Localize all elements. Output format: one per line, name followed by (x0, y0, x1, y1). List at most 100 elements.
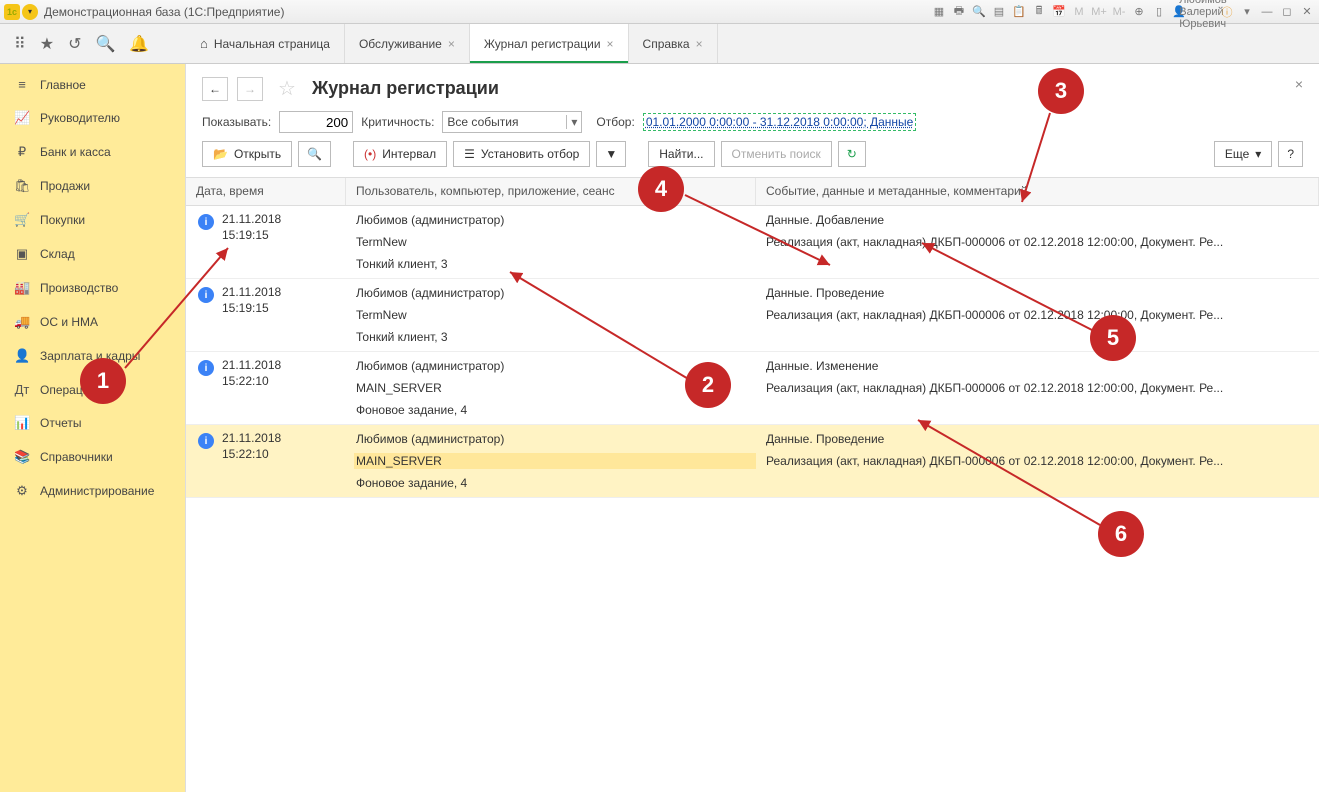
sidebar-item-reports[interactable]: 📊Отчеты (0, 406, 185, 440)
search-icon[interactable]: 🔍 (95, 34, 115, 54)
tab-label: Справка (643, 37, 690, 51)
open-button[interactable]: 📂 Открыть (202, 141, 292, 167)
criticality-select[interactable]: Все события▾ (442, 111, 582, 133)
sidebar-item-label: Банк и касса (40, 145, 111, 159)
close-button[interactable]: ✕ (1299, 4, 1315, 20)
btn-label: Открыть (234, 147, 281, 161)
sidebar-item-warehouse[interactable]: ▣Склад (0, 237, 185, 271)
apps-icon[interactable]: ⠿ (14, 34, 26, 54)
btn-label: Установить отбор (481, 147, 579, 161)
row-data: Реализация (акт, накладная) ДКБП-000006 … (764, 234, 1319, 250)
sidebar-item-production[interactable]: 🏭Производство (0, 271, 185, 305)
forward-button[interactable]: → (237, 77, 263, 101)
m-minus-icon[interactable]: M- (1111, 4, 1127, 20)
show-label: Показывать: (202, 115, 271, 129)
close-icon[interactable]: × (696, 37, 703, 51)
filter-by-button[interactable]: ▼ (596, 141, 626, 167)
tab-home[interactable]: ⌂Начальная страница (186, 24, 345, 63)
col-event[interactable]: Событие, данные и метаданные, комментари… (756, 178, 1319, 205)
btn-label: Еще (1225, 147, 1249, 161)
close-icon[interactable]: × (607, 37, 614, 51)
star-icon[interactable]: ☆ (278, 76, 296, 101)
cancel-search-button[interactable]: Отменить поиск (721, 141, 832, 167)
m-icon[interactable]: M (1071, 4, 1087, 20)
sidebar-item-sales[interactable]: 🛍Продажи (0, 169, 185, 203)
tab-maintenance[interactable]: Обслуживание× (345, 24, 470, 63)
sidebar-item-admin[interactable]: ⚙Администрирование (0, 474, 185, 508)
favorite-icon[interactable]: ★ (40, 34, 54, 54)
interval-button[interactable]: (•)Интервал (353, 141, 447, 167)
row-time: 15:19:15 (222, 301, 281, 317)
row-computer: MAIN_SERVER (354, 453, 756, 469)
filter-icon: ☰ (464, 147, 475, 161)
search-icon: 🔍 (307, 147, 322, 161)
row-data: Реализация (акт, накладная) ДКБП-000006 … (764, 453, 1319, 469)
row-computer: TermNew (354, 307, 756, 323)
sidebar-item-label: Продажи (40, 179, 90, 193)
page-title: Журнал регистрации (312, 78, 499, 99)
marker-1: 1 (80, 358, 126, 404)
sidebar-item-manager[interactable]: 📈Руководителю (0, 101, 185, 135)
content: ← → ☆ Журнал регистрации × Показывать: К… (186, 64, 1319, 792)
sidebar-item-purchases[interactable]: 🛒Покупки (0, 203, 185, 237)
zoom-icon[interactable]: ⊕ (1131, 4, 1147, 20)
table-row[interactable]: i21.11.201815:19:15 Любимов (администрат… (186, 206, 1319, 279)
crit-value: Все события (447, 115, 518, 129)
table-row[interactable]: i21.11.201815:22:10 Любимов (администрат… (186, 352, 1319, 425)
sidebar-item-catalogs[interactable]: 📚Справочники (0, 440, 185, 474)
refresh-button[interactable]: ↻ (838, 141, 866, 167)
dropdown2-icon[interactable]: ▾ (1239, 4, 1255, 20)
row-date: 21.11.2018 (222, 358, 281, 374)
folder-icon: 📂 (213, 147, 228, 161)
bell-icon[interactable]: 🔔 (129, 34, 149, 54)
close-page-button[interactable]: × (1295, 76, 1303, 92)
calendar-icon[interactable]: 📅 (1051, 4, 1067, 20)
help-button[interactable]: ? (1278, 141, 1303, 167)
dropdown-icon[interactable]: ▾ (22, 4, 38, 20)
info-icon[interactable]: ⓘ (1219, 4, 1235, 20)
cart-icon: 🛒 (14, 212, 30, 228)
find-button[interactable]: Найти... (648, 141, 714, 167)
dtkt-icon: Дт (14, 382, 30, 397)
col-datetime[interactable]: Дата, время (186, 178, 346, 205)
truck-icon: 🚚 (14, 314, 30, 330)
history-icon[interactable]: ↺ (68, 34, 81, 54)
row-event: Данные. Проведение (764, 285, 1319, 301)
close-icon[interactable]: × (448, 37, 455, 51)
show-count-input[interactable] (279, 111, 353, 133)
row-computer: TermNew (354, 234, 756, 250)
more-button[interactable]: Еще ▾ (1214, 141, 1272, 167)
setfilter-button[interactable]: ☰ Установить отбор (453, 141, 590, 167)
sidebar-item-bank[interactable]: ₽Банк и касса (0, 135, 185, 169)
panel-icon[interactable]: ▯ (1151, 4, 1167, 20)
magnify-button[interactable]: 🔍 (298, 141, 331, 167)
filter-link[interactable]: 01.01.2000 0:00:00 - 31.12.2018 0:00:00;… (643, 113, 917, 131)
menu-icon: ≡ (14, 77, 30, 92)
back-button[interactable]: ← (202, 77, 228, 101)
save-icon[interactable]: ▦ (931, 4, 947, 20)
sidebar-item-label: Руководителю (40, 111, 120, 125)
row-user: Любимов (администратор) (354, 212, 756, 228)
row-app: Тонкий клиент, 3 (354, 256, 756, 272)
m-plus-icon[interactable]: M+ (1091, 4, 1107, 20)
tab-eventlog[interactable]: Журнал регистрации× (470, 24, 629, 63)
minimize-button[interactable]: — (1259, 4, 1275, 20)
compare-icon[interactable]: ▤ (991, 4, 1007, 20)
crit-label: Критичность: (361, 115, 434, 129)
sidebar-item-main[interactable]: ≡Главное (0, 68, 185, 101)
clipboard-icon[interactable]: 📋 (1011, 4, 1027, 20)
col-user[interactable]: Пользователь, компьютер, приложение, сеа… (346, 178, 756, 205)
calc-icon[interactable]: 🖩 (1031, 4, 1047, 20)
table-row[interactable]: i21.11.201815:22:10 Любимов (администрат… (186, 425, 1319, 498)
preview-icon[interactable]: 🔍 (971, 4, 987, 20)
tab-help[interactable]: Справка × (629, 24, 718, 63)
interval-icon: (•) (364, 147, 376, 161)
table-row[interactable]: i21.11.201815:19:15 Любимов (администрат… (186, 279, 1319, 352)
factory-icon: 🏭 (14, 280, 30, 296)
maximize-button[interactable]: ◻ (1279, 4, 1295, 20)
marker-6: 6 (1098, 511, 1144, 557)
sidebar-item-label: Администрирование (40, 484, 154, 498)
print-icon[interactable]: 🖶 (951, 4, 967, 20)
books-icon: 📚 (14, 449, 30, 465)
sidebar-item-assets[interactable]: 🚚ОС и НМА (0, 305, 185, 339)
